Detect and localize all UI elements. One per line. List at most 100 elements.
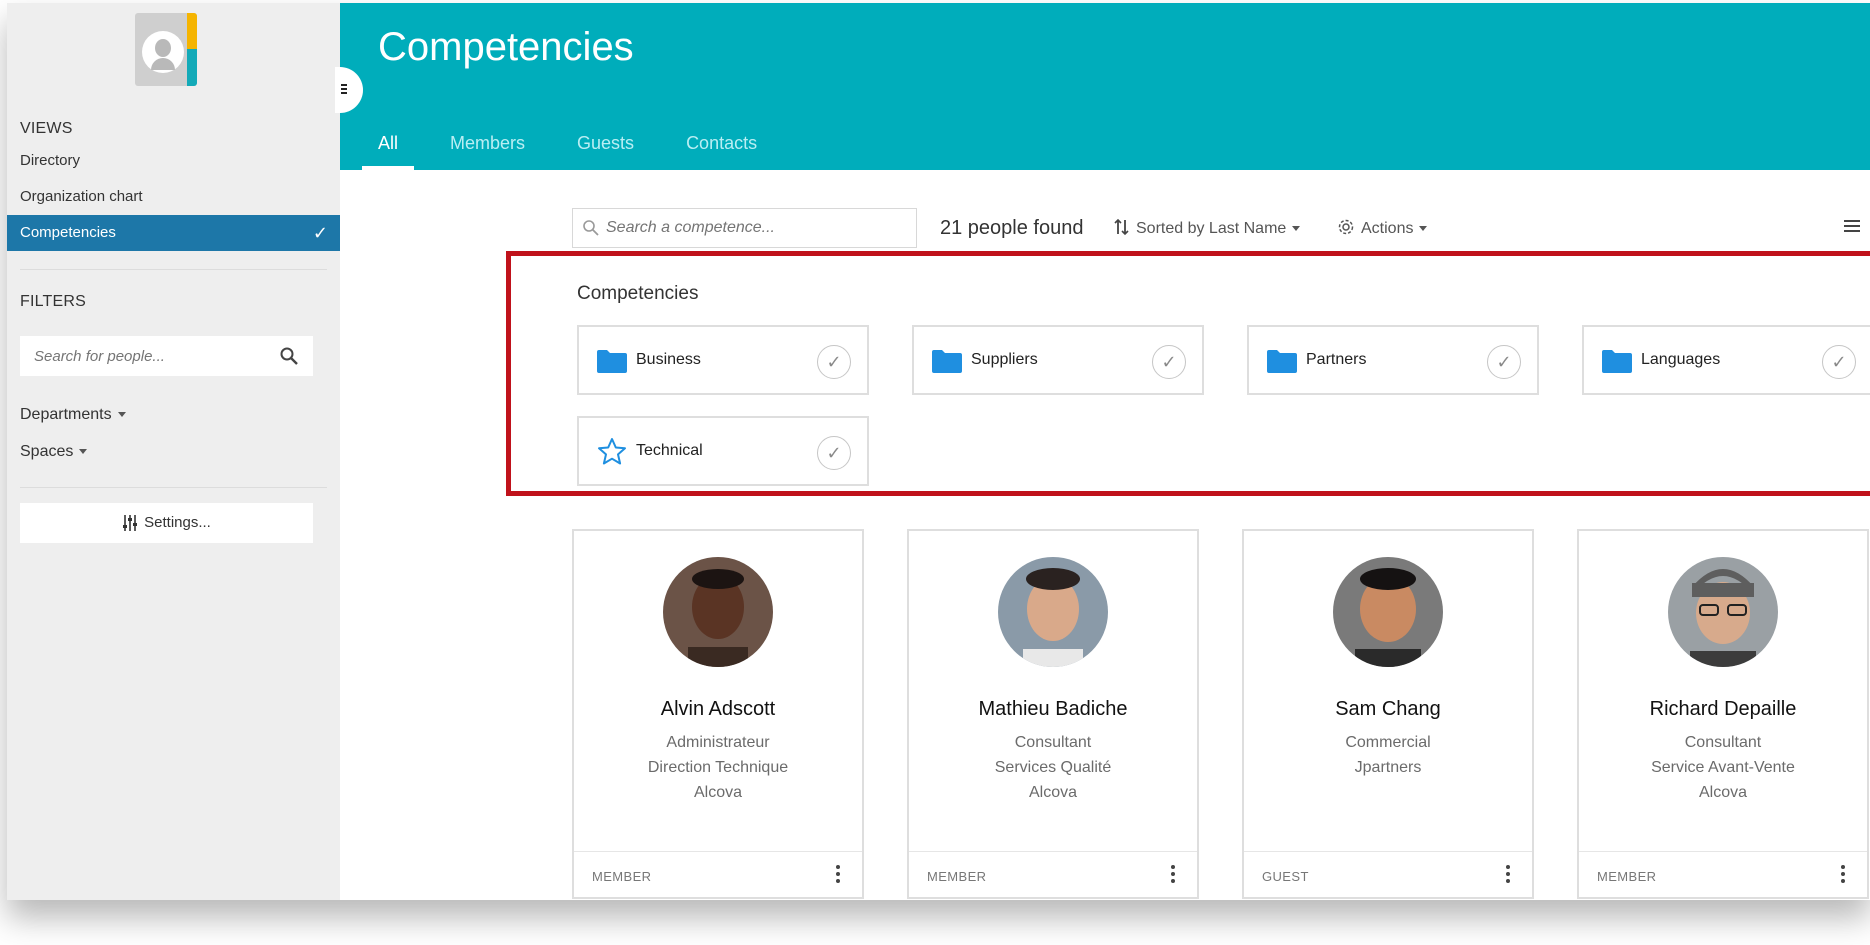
check-circle-icon[interactable]: ✓	[1152, 345, 1186, 379]
actions-dropdown[interactable]: Actions	[1337, 218, 1428, 238]
competence-label: Technical	[636, 442, 703, 459]
person-name: Mathieu Badiche	[978, 698, 1128, 720]
tab-members[interactable]: Members	[434, 121, 541, 170]
person-company: Alcova	[1028, 784, 1078, 801]
star-icon	[598, 438, 626, 465]
competence-card-partners[interactable]: Partners ✓	[1247, 325, 1539, 395]
check-circle-icon[interactable]: ✓	[817, 345, 851, 379]
more-vertical-icon[interactable]	[1841, 865, 1845, 883]
page-header: Competencies All Members Guests Contacts	[340, 3, 1870, 170]
caret-down-icon	[1419, 226, 1428, 232]
more-vertical-icon[interactable]	[1506, 865, 1510, 883]
person-card[interactable]: Alvin Adscott Administrateur Direction T…	[572, 529, 864, 899]
person-department: Services Qualité	[994, 759, 1112, 776]
competence-card-suppliers[interactable]: Suppliers ✓	[912, 325, 1204, 395]
actions-label: Actions	[1361, 220, 1414, 237]
toolbar: 21 people found Sorted by Last Name Acti…	[572, 208, 1862, 248]
check-circle-icon[interactable]: ✓	[1487, 345, 1521, 379]
avatar	[1668, 557, 1778, 667]
competence-label: Languages	[1641, 351, 1721, 368]
person-position: Consultant	[1014, 734, 1092, 751]
card-footer: MEMBER	[909, 851, 1197, 897]
gear-icon	[1338, 219, 1354, 235]
tab-all[interactable]: All	[362, 121, 415, 170]
sidebar-item-directory[interactable]: Directory	[7, 143, 340, 179]
check-circle-icon[interactable]: ✓	[817, 436, 851, 470]
card-footer: MEMBER	[1579, 851, 1867, 897]
competencies-panel: Competencies Business ✓ Suppliers ✓ Part…	[506, 251, 1870, 496]
tab-guests[interactable]: Guests	[561, 121, 650, 170]
checkmark-icon: ✓	[312, 223, 328, 243]
person-position: Consultant	[1684, 734, 1762, 751]
more-vertical-icon[interactable]	[836, 865, 840, 883]
person-card[interactable]: Richard Depaille Consultant Service Avan…	[1577, 529, 1869, 899]
caret-down-icon	[79, 449, 88, 455]
card-footer: GUEST	[1244, 851, 1532, 897]
more-vertical-icon[interactable]	[1171, 865, 1175, 883]
person-name: Richard Depaille	[1649, 698, 1797, 720]
sidebar-item-competencies[interactable]: Competencies ✓	[7, 215, 340, 251]
directory-app-icon	[135, 13, 197, 86]
avatar	[663, 557, 773, 667]
folder-icon	[1602, 350, 1632, 373]
folder-icon	[932, 350, 962, 373]
spaces-label: Spaces	[20, 443, 74, 460]
people-search-input[interactable]	[20, 336, 260, 376]
person-name: Sam Chang	[1335, 698, 1441, 720]
app-window: VIEWS Directory Organization chart Compe…	[7, 3, 1870, 900]
list-view-icon[interactable]	[1844, 220, 1860, 232]
sliders-icon	[123, 515, 138, 532]
tab-contacts[interactable]: Contacts	[670, 121, 773, 170]
role-badge: GUEST	[1262, 869, 1309, 884]
settings-label: Settings...	[144, 514, 211, 531]
role-badge: MEMBER	[592, 869, 652, 884]
competencies-heading: Competencies	[577, 283, 699, 304]
search-icon	[583, 220, 599, 236]
person-company: Alcova	[1698, 784, 1748, 801]
competence-label: Partners	[1306, 351, 1367, 368]
card-footer: MEMBER	[574, 851, 862, 897]
search-icon[interactable]	[279, 346, 299, 366]
divider	[20, 487, 327, 488]
check-circle-icon[interactable]: ✓	[1822, 345, 1856, 379]
avatar	[1333, 557, 1443, 667]
view-tabs: All Members Guests Contacts	[362, 121, 809, 170]
sort-dropdown[interactable]: Sorted by Last Name	[1114, 218, 1301, 238]
role-badge: MEMBER	[1597, 869, 1657, 884]
person-company: Jpartners	[1354, 759, 1422, 776]
spaces-dropdown[interactable]: Spaces	[20, 443, 88, 461]
person-department: Direction Technique	[647, 759, 789, 776]
person-position: Administrateur	[666, 734, 770, 751]
departments-label: Departments	[20, 406, 112, 423]
sort-icon	[1114, 218, 1129, 236]
menu-icon	[341, 84, 347, 86]
sort-label: Sorted by Last Name	[1136, 220, 1287, 237]
divider	[20, 269, 327, 270]
results-count: 21 people found	[940, 217, 1084, 239]
role-badge: MEMBER	[927, 869, 987, 884]
person-department: Service Avant-Vente	[1651, 759, 1795, 776]
person-card[interactable]: Mathieu Badiche Consultant Services Qual…	[907, 529, 1199, 899]
people-search-box	[20, 336, 313, 376]
page-title: Competencies	[378, 25, 634, 69]
sidebar-item-organization-chart[interactable]: Organization chart	[7, 179, 340, 215]
sidebar: VIEWS Directory Organization chart Compe…	[7, 3, 340, 900]
avatar	[998, 557, 1108, 667]
competence-card-languages[interactable]: Languages ✓	[1582, 325, 1870, 395]
person-position: Commercial	[1345, 734, 1431, 751]
views-heading: VIEWS	[20, 120, 73, 137]
competence-search-input[interactable]	[606, 209, 906, 247]
settings-button[interactable]: Settings...	[20, 503, 313, 543]
folder-icon	[1267, 350, 1297, 373]
caret-down-icon	[1292, 226, 1301, 232]
competence-card-business[interactable]: Business ✓	[577, 325, 869, 395]
folder-icon	[597, 350, 627, 373]
competence-search-box	[572, 208, 917, 248]
filters-heading: FILTERS	[20, 293, 87, 310]
person-company: Alcova	[693, 784, 743, 801]
competence-label: Suppliers	[971, 351, 1038, 368]
person-card[interactable]: Sam Chang Commercial Jpartners GUEST	[1242, 529, 1534, 899]
competence-label: Business	[636, 351, 701, 368]
competence-card-technical[interactable]: Technical ✓	[577, 416, 869, 486]
departments-dropdown[interactable]: Departments	[20, 406, 126, 424]
